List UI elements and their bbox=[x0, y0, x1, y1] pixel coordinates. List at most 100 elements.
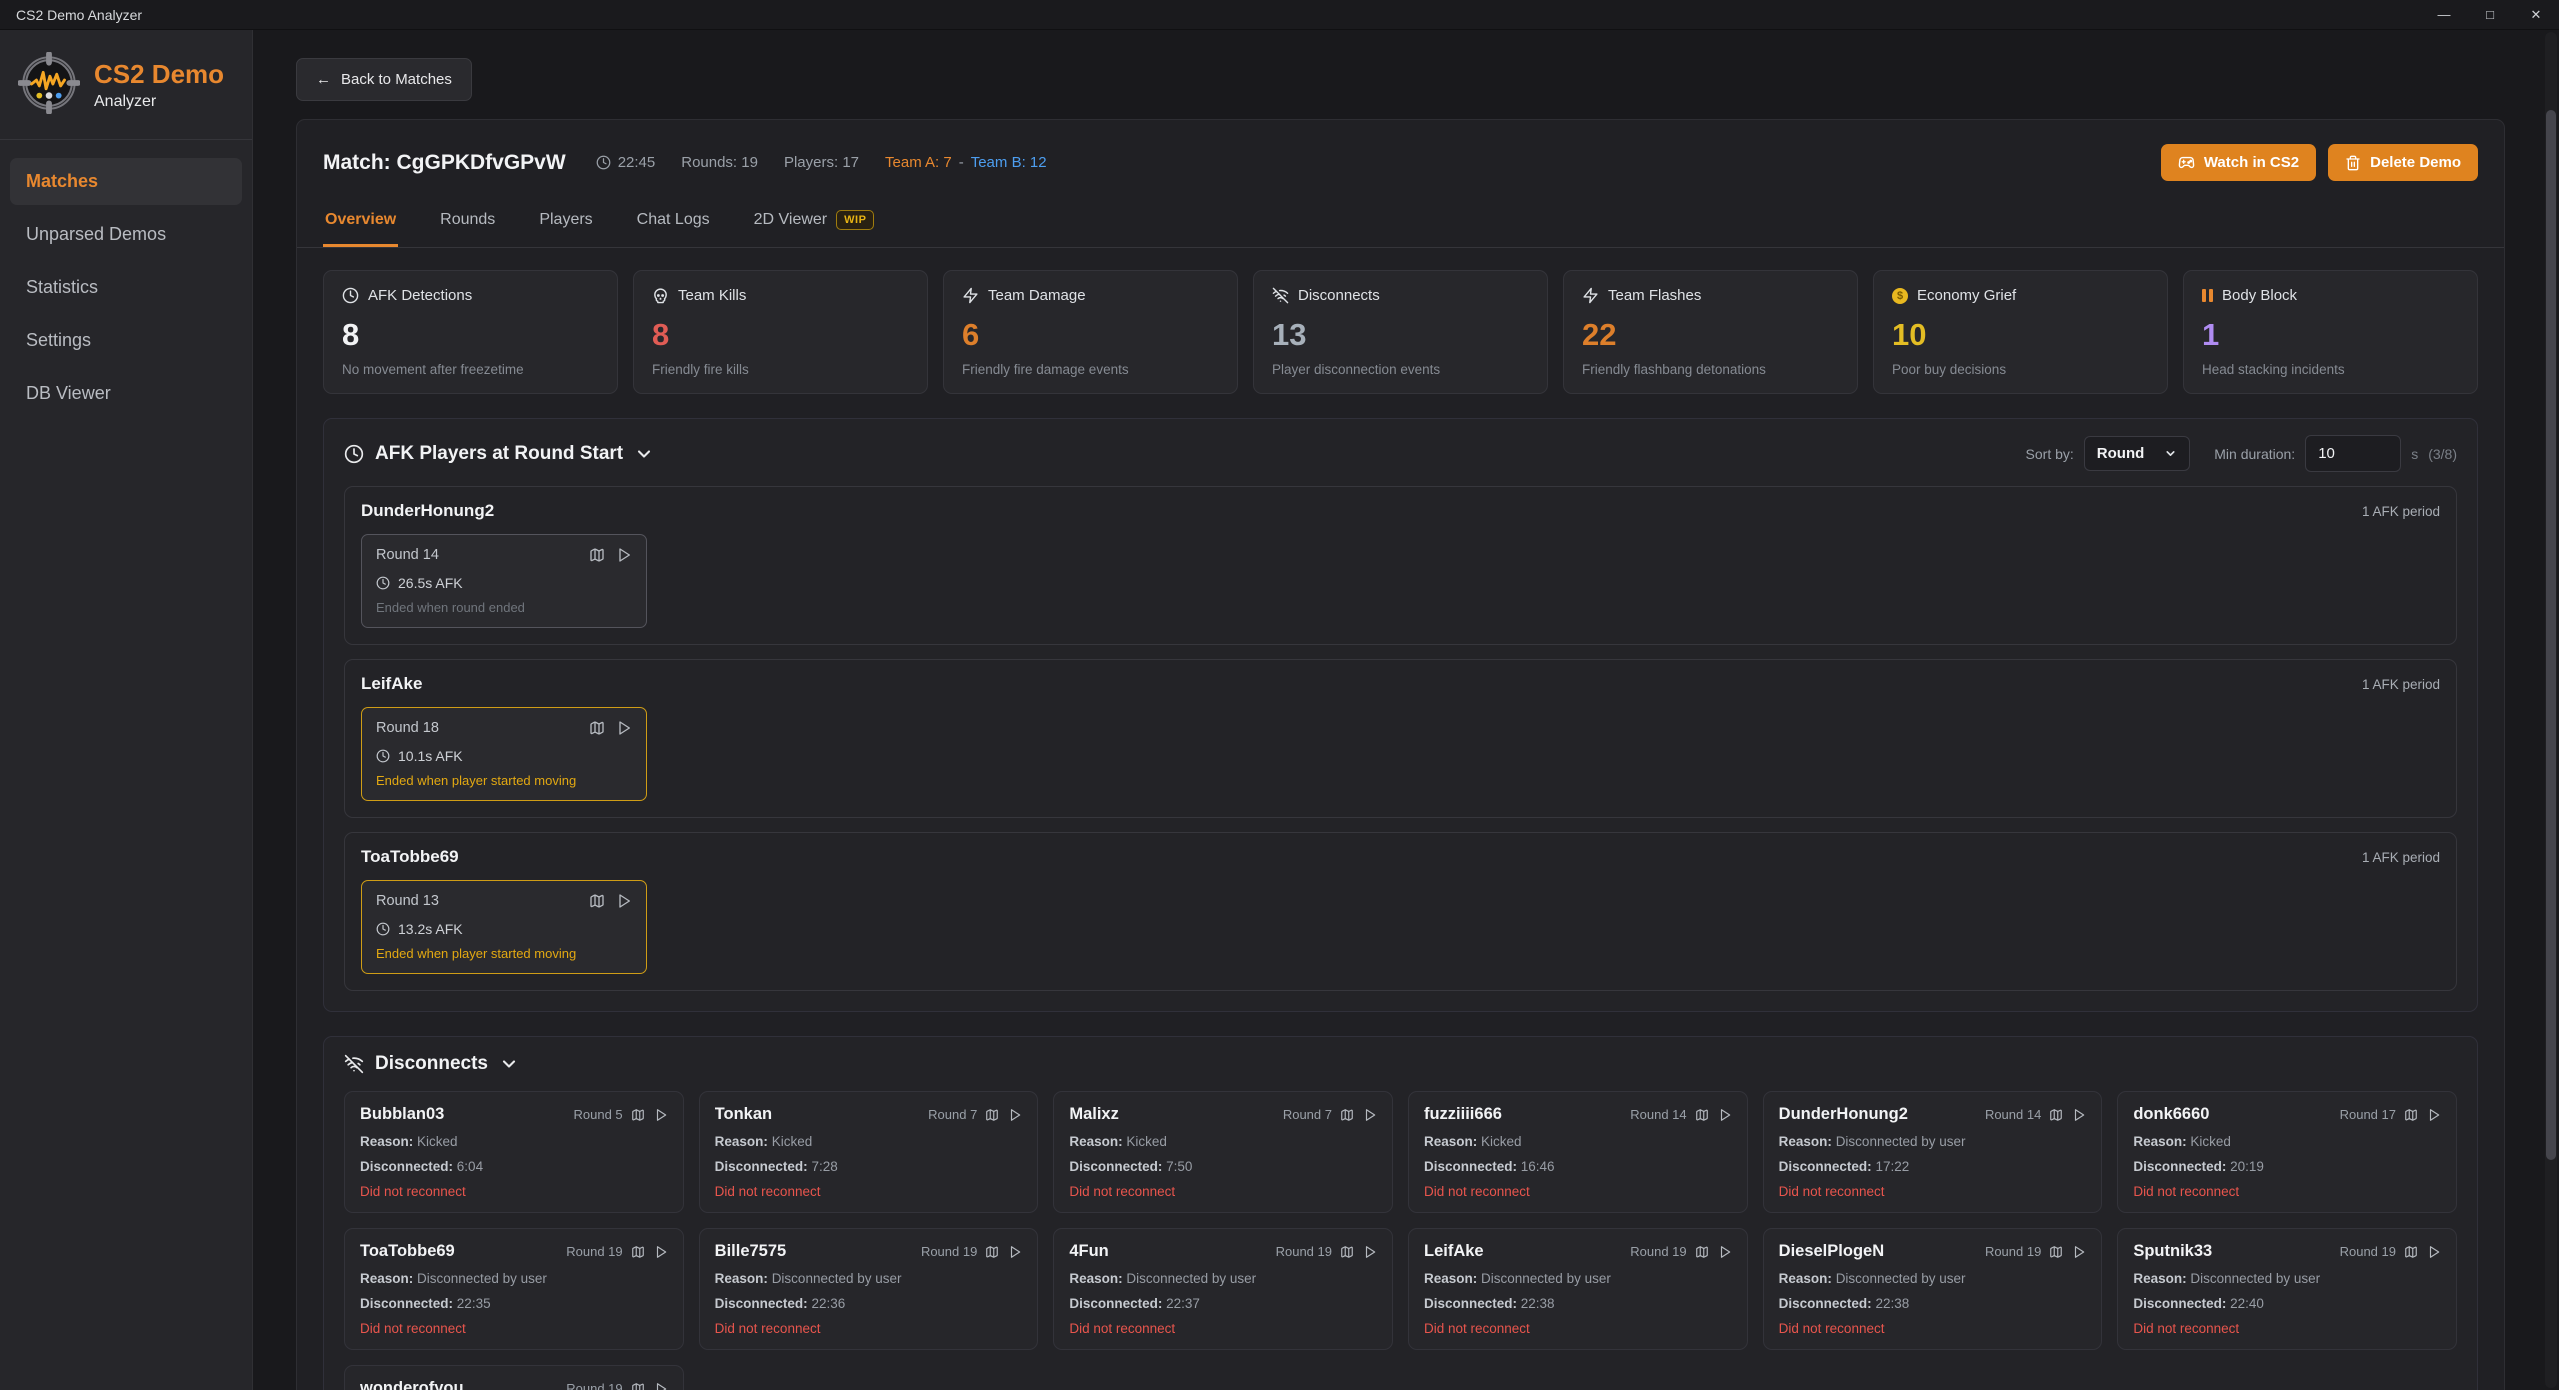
stat-desc: Poor buy decisions bbox=[1892, 362, 2149, 377]
afk-period-count: 1 AFK period bbox=[2362, 504, 2440, 519]
map-icon[interactable] bbox=[631, 1245, 645, 1259]
play-icon[interactable] bbox=[2427, 1245, 2441, 1259]
tab-2d-viewer[interactable]: 2D Viewer WIP bbox=[752, 197, 877, 247]
main-content: ← Back to Matches Match: CgGPKDfvGPvW 22… bbox=[253, 30, 2559, 1390]
unit-label: s bbox=[2411, 446, 2418, 462]
min-duration-input[interactable] bbox=[2305, 435, 2401, 472]
map-icon[interactable] bbox=[1340, 1108, 1354, 1122]
close-icon[interactable]: ✕ bbox=[2513, 0, 2559, 29]
app-window: CS2 Demo Analyzer — □ ✕ bbox=[0, 0, 2559, 1390]
afk-section-title-wrap[interactable]: AFK Players at Round Start bbox=[344, 443, 2026, 465]
tab-chat-logs[interactable]: Chat Logs bbox=[635, 197, 712, 247]
match-duration: 22:45 bbox=[596, 154, 656, 171]
tab-players[interactable]: Players bbox=[537, 197, 594, 247]
chevron-down-icon bbox=[499, 1054, 519, 1074]
disconnect-round: Round 19 bbox=[921, 1244, 977, 1259]
sidebar-item-matches[interactable]: Matches bbox=[10, 158, 242, 205]
maximize-icon[interactable]: □ bbox=[2467, 0, 2513, 29]
disconnect-time: Disconnected: 6:04 bbox=[360, 1159, 668, 1174]
sidebar-item-unparsed-demos[interactable]: Unparsed Demos bbox=[10, 211, 242, 258]
scrollbar-thumb[interactable] bbox=[2546, 110, 2556, 1160]
afk-section-title: AFK Players at Round Start bbox=[375, 443, 623, 465]
watch-in-cs2-button[interactable]: Watch in CS2 bbox=[2161, 144, 2316, 181]
stat-card-afk-detections: AFK Detections 8 No movement after freez… bbox=[323, 270, 618, 394]
map-icon[interactable] bbox=[1695, 1245, 1709, 1259]
map-icon[interactable] bbox=[2049, 1108, 2063, 1122]
minimize-icon[interactable]: — bbox=[2421, 0, 2467, 29]
play-icon[interactable] bbox=[1363, 1245, 1377, 1259]
play-icon[interactable] bbox=[654, 1245, 668, 1259]
play-icon[interactable] bbox=[2072, 1108, 2086, 1122]
disconnects-section-title-wrap[interactable]: Disconnects bbox=[344, 1053, 2457, 1075]
disconnect-time: Disconnected: 22:36 bbox=[715, 1296, 1023, 1311]
map-icon[interactable] bbox=[631, 1108, 645, 1122]
map-icon[interactable] bbox=[985, 1245, 999, 1259]
disconnect-time: Disconnected: 7:50 bbox=[1069, 1159, 1377, 1174]
play-icon[interactable] bbox=[1718, 1108, 1732, 1122]
afk-player-name: ToaTobbe69 bbox=[361, 847, 459, 867]
map-icon[interactable] bbox=[985, 1108, 999, 1122]
map-icon[interactable] bbox=[2049, 1245, 2063, 1259]
stat-label: AFK Detections bbox=[368, 287, 472, 304]
stat-value: 8 bbox=[342, 317, 599, 353]
disconnect-status: Did not reconnect bbox=[360, 1321, 668, 1336]
play-icon[interactable] bbox=[1363, 1108, 1377, 1122]
play-icon[interactable] bbox=[1718, 1245, 1732, 1259]
delete-demo-button[interactable]: Delete Demo bbox=[2328, 144, 2478, 181]
play-icon[interactable] bbox=[654, 1108, 668, 1122]
disconnect-player-name: Malixz bbox=[1069, 1105, 1275, 1124]
map-icon[interactable] bbox=[631, 1382, 645, 1390]
map-icon[interactable] bbox=[2404, 1245, 2418, 1259]
disconnect-player-name: wonderofyou bbox=[360, 1379, 558, 1390]
play-icon[interactable] bbox=[616, 547, 632, 563]
disconnect-status: Did not reconnect bbox=[2133, 1184, 2441, 1199]
afk-period-count: 1 AFK period bbox=[2362, 677, 2440, 692]
play-icon[interactable] bbox=[2072, 1245, 2086, 1259]
map-icon[interactable] bbox=[1695, 1108, 1709, 1122]
play-icon[interactable] bbox=[1008, 1245, 1022, 1259]
disconnect-reason: Reason: Kicked bbox=[2133, 1134, 2441, 1149]
afk-round-label: Round 13 bbox=[376, 893, 589, 909]
skull-icon bbox=[652, 287, 669, 304]
play-icon[interactable] bbox=[616, 720, 632, 736]
stat-label: Team Flashes bbox=[1608, 287, 1701, 304]
sidebar-item-db-viewer[interactable]: DB Viewer bbox=[10, 370, 242, 417]
sidebar-item-statistics[interactable]: Statistics bbox=[10, 264, 242, 311]
disconnect-status: Did not reconnect bbox=[715, 1321, 1023, 1336]
map-icon[interactable] bbox=[589, 893, 605, 909]
vertical-scrollbar[interactable] bbox=[2545, 32, 2557, 1388]
sidebar-item-settings[interactable]: Settings bbox=[10, 317, 242, 364]
disconnect-reason: Reason: Kicked bbox=[1069, 1134, 1377, 1149]
disconnect-player-name: DieselPlogeN bbox=[1779, 1242, 1977, 1261]
map-icon[interactable] bbox=[2404, 1108, 2418, 1122]
disconnect-time: Disconnected: 22:38 bbox=[1779, 1296, 2087, 1311]
filter-count: (3/8) bbox=[2428, 446, 2457, 462]
stat-desc: Friendly flashbang detonations bbox=[1582, 362, 1839, 377]
disconnect-status: Did not reconnect bbox=[1424, 1321, 1732, 1336]
disconnect-reason: Reason: Disconnected by user bbox=[1069, 1271, 1377, 1286]
disconnect-card: wonderofyou Round 19 Reason: Disconnecte… bbox=[344, 1365, 684, 1390]
map-icon[interactable] bbox=[589, 547, 605, 563]
sidebar-nav: Matches Unparsed Demos Statistics Settin… bbox=[0, 140, 252, 435]
disconnect-reason: Reason: Disconnected by user bbox=[2133, 1271, 2441, 1286]
logo-subtitle: Analyzer bbox=[94, 93, 224, 111]
play-icon[interactable] bbox=[2427, 1108, 2441, 1122]
sort-select[interactable]: Round bbox=[2084, 436, 2190, 471]
disconnect-time: Disconnected: 22:37 bbox=[1069, 1296, 1377, 1311]
disconnect-card: DunderHonung2 Round 14 Reason: Disconnec… bbox=[1763, 1091, 2103, 1213]
disconnect-player-name: fuzziiii666 bbox=[1424, 1105, 1622, 1124]
play-icon[interactable] bbox=[616, 893, 632, 909]
disconnect-card: donk6660 Round 17 Reason: Kicked Disconn… bbox=[2117, 1091, 2457, 1213]
play-icon[interactable] bbox=[1008, 1108, 1022, 1122]
back-to-matches-button[interactable]: ← Back to Matches bbox=[296, 58, 472, 101]
tab-rounds[interactable]: Rounds bbox=[438, 197, 497, 247]
window-title: CS2 Demo Analyzer bbox=[0, 7, 142, 23]
afk-period-card: Round 14 26.5s AFK bbox=[361, 534, 647, 628]
map-icon[interactable] bbox=[1340, 1245, 1354, 1259]
play-icon[interactable] bbox=[654, 1382, 668, 1390]
map-icon[interactable] bbox=[589, 720, 605, 736]
match-players: Players: 17 bbox=[784, 154, 859, 171]
tab-overview[interactable]: Overview bbox=[323, 197, 398, 247]
match-title: Match: CgGPKDfvGPvW bbox=[323, 151, 566, 175]
arrow-left-icon: ← bbox=[316, 71, 331, 88]
